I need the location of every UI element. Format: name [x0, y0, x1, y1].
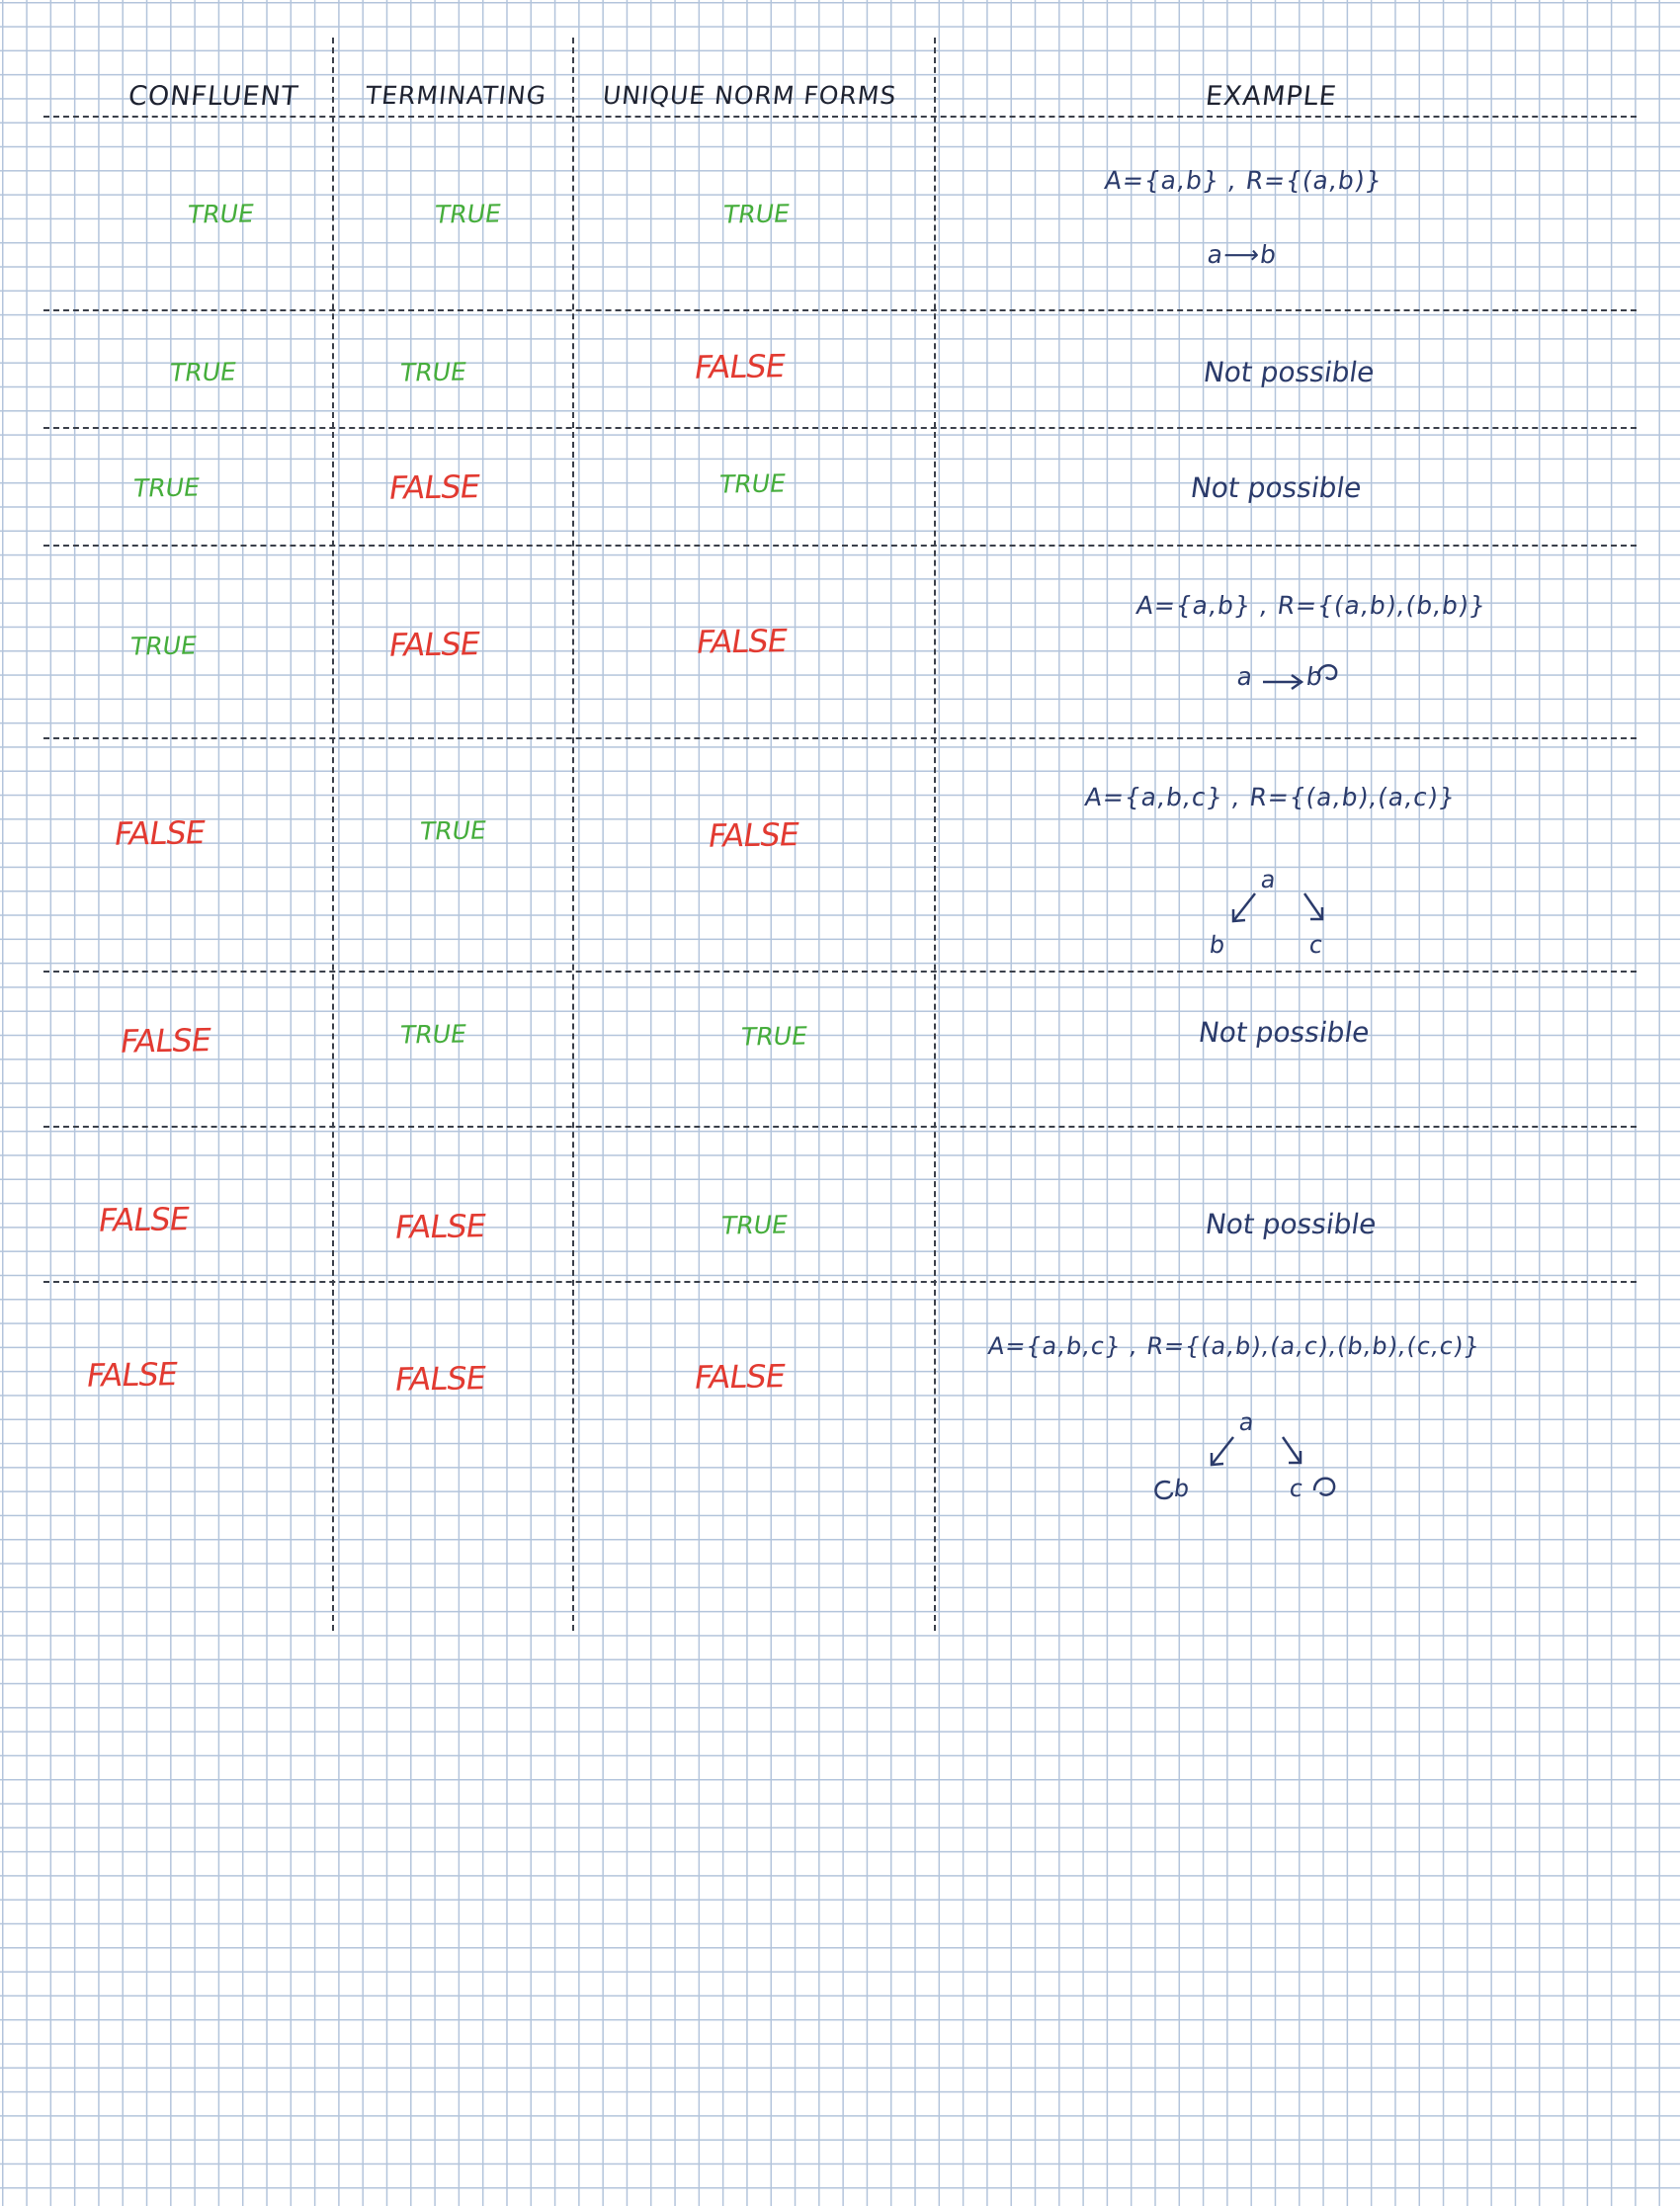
row6-unique: TRUE	[738, 1021, 810, 1052]
row-divider	[43, 309, 1637, 311]
row3-confluent: TRUE	[130, 472, 203, 503]
column-divider	[572, 38, 574, 1631]
header-terminating: TERMINATING	[364, 81, 548, 110]
row-divider	[43, 545, 1637, 547]
header-divider	[43, 116, 1637, 118]
row2-unique: FALSE	[691, 347, 788, 386]
row1-terminating: TRUE	[432, 199, 504, 229]
row8-unique: FALSE	[691, 1357, 788, 1397]
row6-confluent: FALSE	[117, 1021, 213, 1061]
row-divider	[43, 1126, 1637, 1128]
row1-example-sets: A={a,b} , R={(a,b)}	[1102, 166, 1385, 195]
row5-confluent: FALSE	[111, 813, 208, 853]
row7-unique: TRUE	[718, 1210, 791, 1240]
row3-terminating: FALSE	[385, 467, 482, 507]
header-example: EXAMPLE	[1204, 81, 1339, 112]
row2-terminating: TRUE	[397, 357, 469, 387]
row5-node-c: c	[1307, 931, 1325, 959]
row4-unique: FALSE	[693, 622, 790, 661]
row8-branch-arrows	[1210, 1436, 1302, 1467]
row6-example-note: Not possible	[1196, 1016, 1372, 1049]
header-confluent: CONFLUENT	[126, 81, 300, 112]
row8-node-c: c	[1288, 1475, 1305, 1502]
row2-example-note: Not possible	[1201, 356, 1377, 388]
row8-terminating: FALSE	[391, 1359, 488, 1399]
row2-confluent: TRUE	[167, 357, 239, 387]
row7-confluent: FALSE	[95, 1200, 192, 1239]
graph-paper-page: CONFLUENT TERMINATING UNIQUE NORM FORMS …	[0, 0, 1680, 2206]
row-divider	[43, 427, 1637, 429]
row6-terminating: TRUE	[397, 1019, 469, 1050]
row4-terminating: FALSE	[385, 625, 482, 664]
row4-node-a: a	[1234, 662, 1256, 691]
row8-confluent: FALSE	[83, 1355, 180, 1395]
row5-terminating: TRUE	[417, 815, 489, 846]
row-divider	[43, 1281, 1637, 1283]
row4-example-sets: A={a,b} , R={(a,b),(b,b)}	[1134, 591, 1488, 620]
row1-confluent: TRUE	[185, 199, 257, 229]
row5-unique: FALSE	[705, 815, 801, 855]
column-divider	[934, 38, 936, 1631]
row8-self-loop-c	[1312, 1477, 1336, 1496]
header-unique-normal-forms: UNIQUE NORM FORMS	[601, 81, 898, 110]
row1-example-diagram: a⟶b	[1205, 240, 1280, 269]
row8-node-b: b	[1172, 1475, 1192, 1502]
row8-example-sets: A={a,b,c} , R={(a,b),(a,c),(b,b),(c,c)}	[986, 1332, 1482, 1360]
row4-arrow-a-to-b	[1263, 673, 1304, 691]
row3-unique: TRUE	[716, 468, 789, 499]
row3-example-note: Not possible	[1188, 471, 1364, 504]
row5-branch-arrows	[1231, 892, 1324, 923]
row7-example-note: Not possible	[1203, 1208, 1379, 1240]
row-divider	[43, 737, 1637, 739]
row1-unique: TRUE	[720, 199, 793, 229]
row4-self-loop-b	[1316, 664, 1338, 681]
row5-node-b: b	[1208, 931, 1227, 959]
column-divider	[332, 38, 334, 1631]
row-divider	[43, 971, 1637, 973]
row5-example-sets: A={a,b,c} , R={(a,b),(a,c)}	[1082, 783, 1458, 811]
row7-terminating: FALSE	[391, 1207, 488, 1246]
row4-confluent: TRUE	[127, 631, 200, 661]
